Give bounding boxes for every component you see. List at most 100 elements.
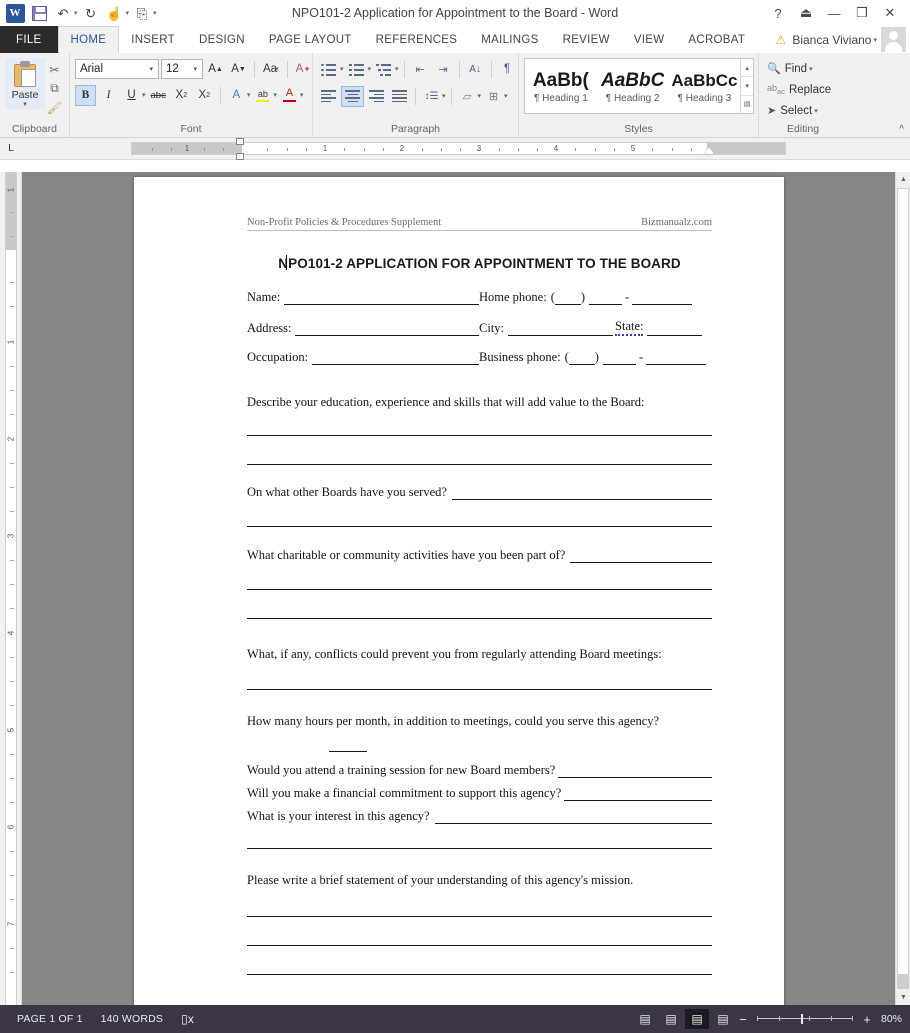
answer-short-blank[interactable] [329, 742, 367, 752]
cut-icon[interactable]: ✂ [46, 62, 63, 77]
tab-insert[interactable]: INSERT [119, 26, 187, 53]
subscript-button[interactable]: X2 [171, 85, 192, 106]
text-effects-icon[interactable]: A [226, 85, 247, 106]
justify-button[interactable] [389, 86, 410, 107]
answer-line[interactable] [247, 618, 712, 619]
collapse-ribbon-icon[interactable]: ^ [899, 124, 904, 135]
borders-icon[interactable]: ⊞ [483, 86, 504, 107]
styles-gallery[interactable]: AaBb( ¶ Heading 1 AaBbC ¶ Heading 2 AaBb… [524, 58, 754, 114]
change-case-icon[interactable]: Aa ▾ [260, 59, 282, 80]
text-effects-caret-icon[interactable]: ▾ [247, 91, 251, 99]
align-left-button[interactable] [318, 86, 339, 107]
answer-line[interactable] [247, 435, 712, 436]
answer-line[interactable] [247, 848, 712, 849]
paste-caret-icon[interactable]: ▾ [23, 101, 27, 108]
tab-design[interactable]: DESIGN [187, 26, 257, 53]
answer-inline-blank[interactable] [558, 765, 712, 778]
font-size-caret-icon[interactable]: ▾ [190, 65, 200, 73]
strikethrough-button[interactable]: abc [148, 85, 169, 106]
superscript-button[interactable]: X2 [194, 85, 215, 106]
line-number-blank[interactable] [632, 292, 693, 305]
paste-button[interactable]: Paste ▾ [5, 58, 45, 109]
grow-font-icon[interactable]: A ▲ [205, 59, 226, 80]
account-name[interactable]: Bianca Viviano [792, 33, 871, 47]
increase-indent-icon[interactable]: ⇥ [433, 59, 454, 80]
underline-button[interactable]: U [121, 85, 142, 106]
line-number-blank[interactable] [646, 352, 707, 365]
answer-line[interactable] [247, 916, 712, 917]
sort-icon[interactable]: A↓ [465, 59, 486, 80]
repeat-icon[interactable]: ⎘ [131, 2, 153, 24]
proofing-status-icon[interactable]: ▤ [633, 1009, 657, 1029]
answer-line[interactable] [247, 974, 712, 975]
horizontal-ruler[interactable]: 1 1 2 3 4 5 [131, 142, 786, 155]
state-blank[interactable] [647, 323, 703, 336]
left-indent-marker[interactable] [236, 153, 244, 160]
prefix-blank[interactable] [602, 352, 636, 365]
customize-qat-caret-icon[interactable]: ▾ [153, 9, 157, 17]
font-name-caret-icon[interactable]: ▾ [146, 65, 156, 73]
show-formatting-marks-icon[interactable]: ¶ [497, 59, 518, 80]
undo-caret-icon[interactable]: ▾ [74, 9, 78, 17]
field-blank[interactable] [284, 292, 479, 305]
undo-icon[interactable]: ↶ [52, 2, 74, 24]
answer-line[interactable] [247, 589, 712, 590]
line-spacing-caret-icon[interactable]: ▾ [442, 92, 446, 100]
account-caret-icon[interactable]: ▾ [873, 36, 877, 44]
styles-scroll-up-icon[interactable]: ▴ [741, 59, 753, 78]
answer-inline-blank[interactable] [451, 487, 712, 500]
tab-mailings[interactable]: MAILINGS [469, 26, 550, 53]
field-blank[interactable] [312, 352, 479, 365]
style-item-heading-1[interactable]: AaBb( ¶ Heading 1 [525, 59, 597, 113]
tab-stop-selector[interactable]: L [0, 138, 22, 160]
select-caret-icon[interactable]: ▾ [814, 107, 818, 115]
shading-icon[interactable]: ▱ [457, 86, 478, 107]
ribbon-display-options-button[interactable]: ⏏ [792, 1, 820, 25]
page-indicator[interactable]: PAGE 1 OF 1 [8, 1013, 92, 1025]
styles-more-icon[interactable]: ▤ [741, 96, 753, 113]
align-right-button[interactable] [366, 86, 387, 107]
decrease-indent-icon[interactable]: ⇤ [410, 59, 431, 80]
underline-caret-icon[interactable]: ▾ [142, 91, 146, 99]
answer-inline-blank[interactable] [564, 788, 712, 801]
field-blank[interactable] [295, 323, 479, 336]
styles-scroll-down-icon[interactable]: ▾ [741, 77, 753, 96]
shading-caret-icon[interactable]: ▾ [478, 92, 482, 100]
font-color-caret-icon[interactable]: ▾ [300, 91, 304, 99]
copy-icon[interactable]: ⧉ [46, 81, 63, 96]
tab-references[interactable]: REFERENCES [364, 26, 470, 53]
vertical-ruler[interactable]: 1 1 2 3 4 5 6 7 [0, 172, 22, 1005]
zoom-level[interactable]: 80% [881, 1013, 902, 1025]
minimize-button[interactable]: — [820, 1, 848, 25]
italic-button[interactable]: I [98, 85, 119, 106]
find-caret-icon[interactable]: ▾ [809, 65, 813, 73]
font-size-combo[interactable]: 12 ▾ [161, 59, 203, 79]
tab-home[interactable]: HOME [57, 26, 120, 53]
language-icon[interactable]: ▯x [172, 1012, 203, 1026]
clear-formatting-icon[interactable]: A ✦ [293, 59, 314, 80]
scrollbar-thumb[interactable] [897, 188, 909, 975]
highlight-caret-icon[interactable]: ▾ [273, 91, 277, 99]
area-code-blank[interactable] [554, 292, 581, 305]
zoom-slider[interactable] [756, 1012, 854, 1026]
replace-button[interactable]: abac Replace [764, 80, 834, 99]
web-layout-icon[interactable]: ▤ [711, 1009, 735, 1029]
zoom-out-button[interactable]: − [737, 1012, 749, 1027]
zoom-slider-thumb[interactable] [801, 1014, 804, 1024]
tab-view[interactable]: VIEW [622, 26, 677, 53]
close-button[interactable]: ✕ [876, 1, 904, 25]
redo-icon[interactable]: ↻ [80, 2, 102, 24]
touch-mode-caret-icon[interactable]: ▾ [126, 9, 130, 17]
split-window-handle[interactable] [897, 975, 909, 989]
bullets-caret-icon[interactable]: ▾ [340, 65, 344, 73]
area-code-blank[interactable] [568, 352, 595, 365]
text-highlight-icon[interactable]: ab [252, 85, 273, 106]
answer-line[interactable] [247, 526, 712, 527]
touch-mode-icon[interactable]: ☝ [104, 2, 126, 24]
prefix-blank[interactable] [589, 292, 623, 305]
restore-button[interactable]: ❐ [848, 1, 876, 25]
scroll-down-icon[interactable]: ▼ [896, 990, 910, 1005]
save-icon[interactable] [28, 2, 50, 24]
account-area[interactable]: ⚠ Bianca Viviano ▾ [775, 26, 910, 53]
tab-file[interactable]: FILE [0, 26, 58, 53]
